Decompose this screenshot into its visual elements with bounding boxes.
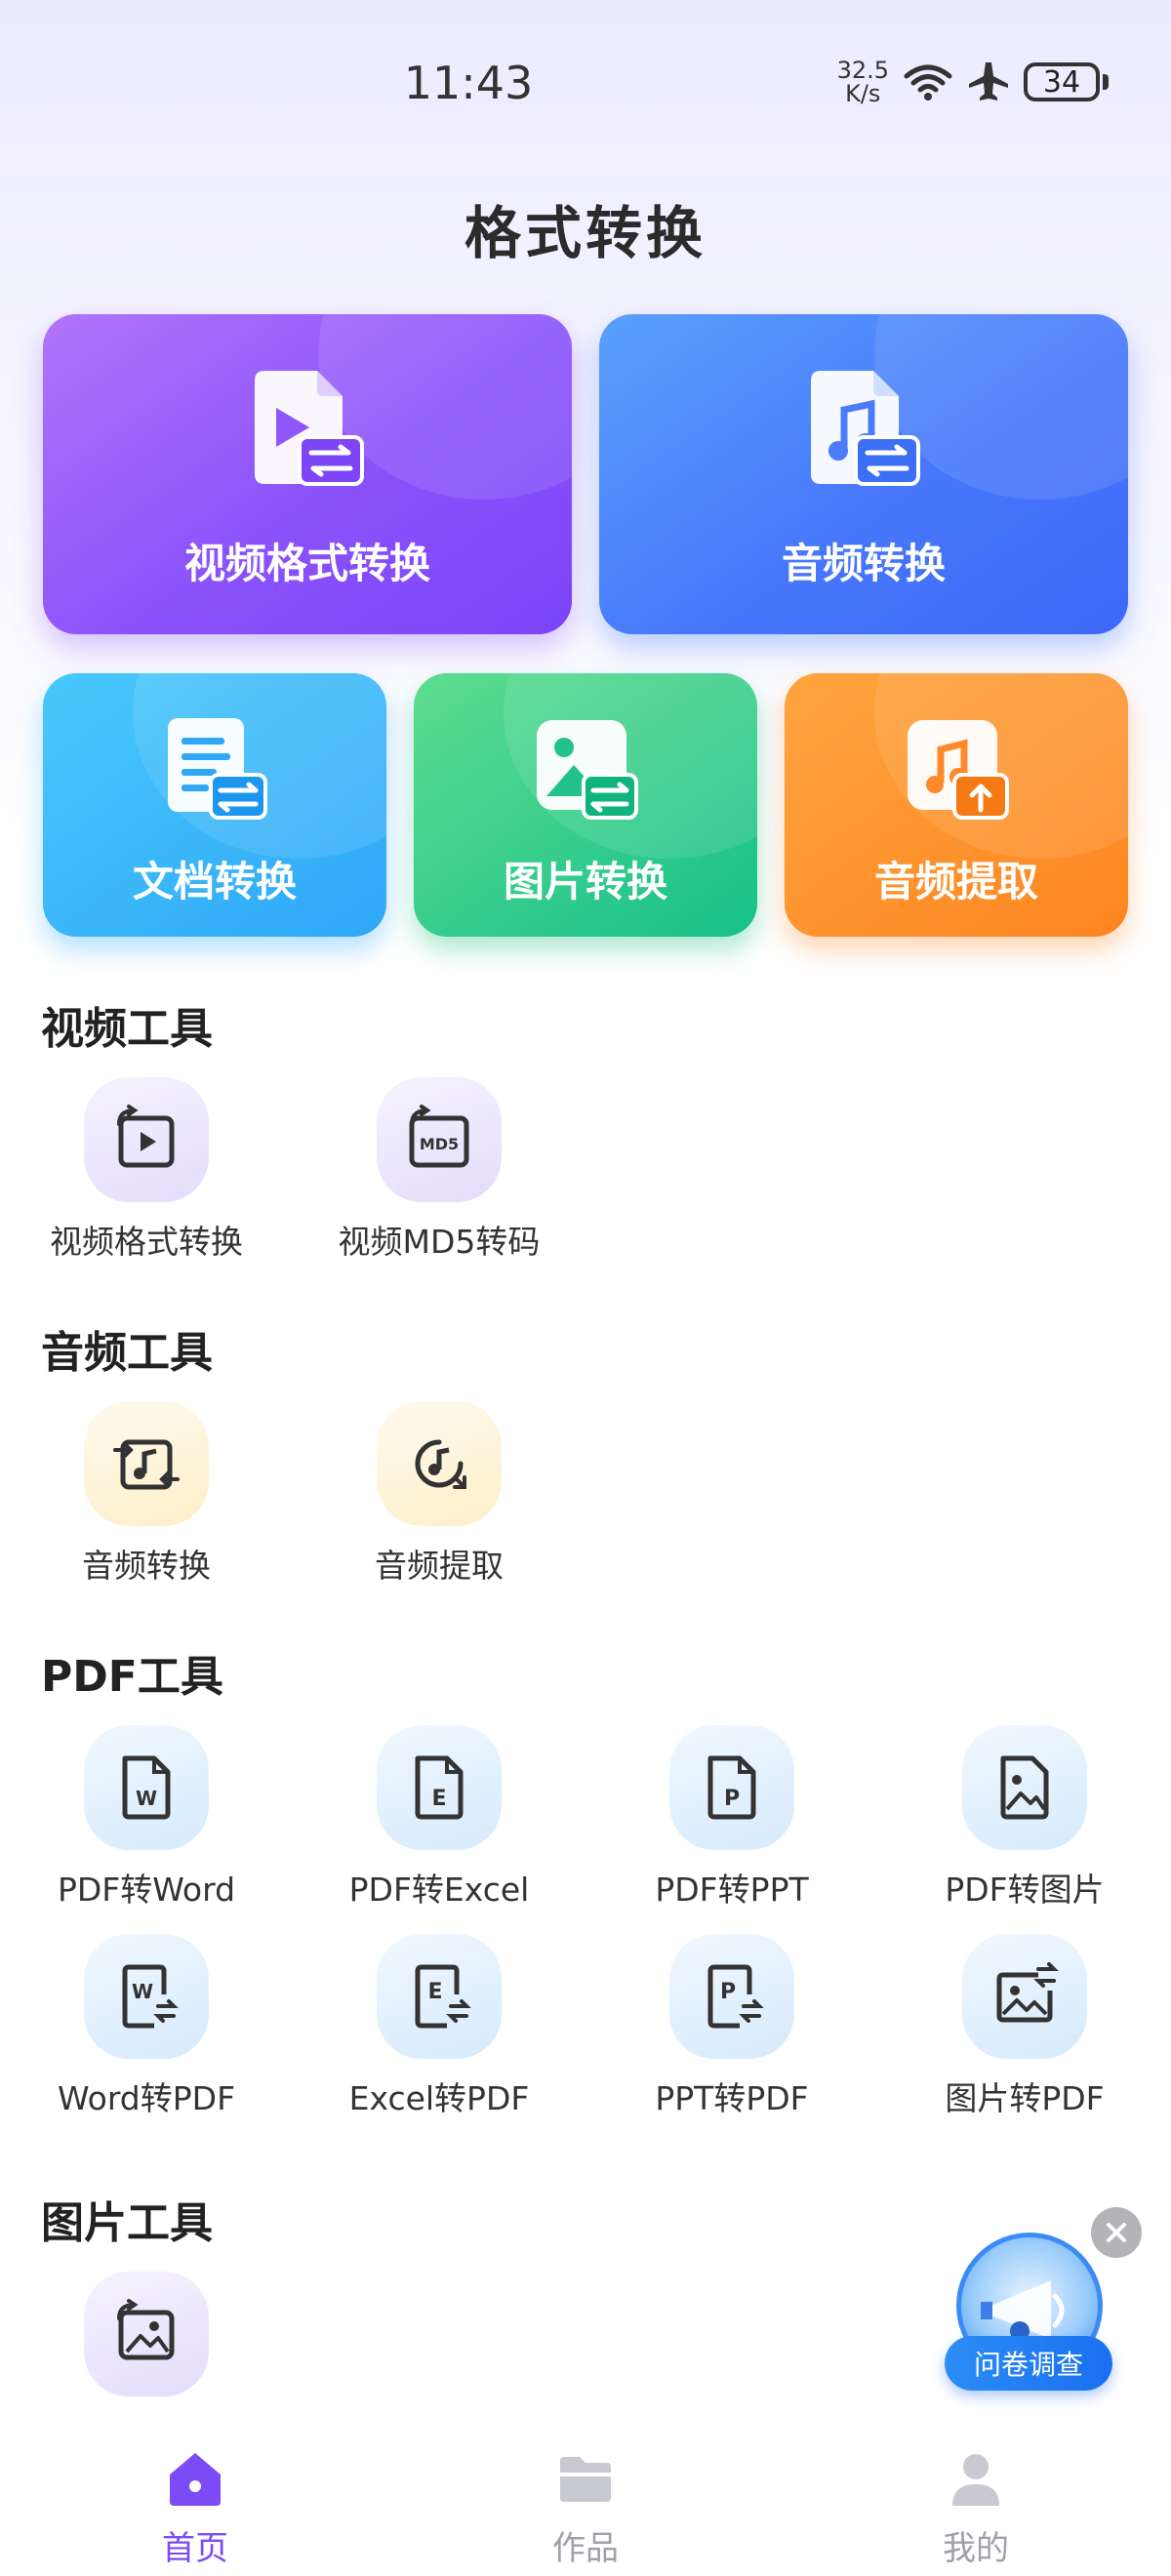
network-speed: 32.5 K/s [837,59,889,105]
word-convert-icon: W [84,1934,209,2059]
network-speed-unit: K/s [845,80,881,107]
video-tools-title: 视频工具 [41,1004,213,1054]
md5-icon: MD5 [377,1077,502,1202]
excel-file-icon: E [377,1725,502,1850]
status-icons: 32.5 K/s 34 [837,59,1109,105]
svg-text:P: P [724,1787,740,1811]
tool-label: PPT转PDF [655,2079,809,2117]
audio-convert-label: 音频转换 [781,540,946,587]
nav-home-label: 首页 [162,2529,228,2568]
nav-home[interactable]: 首页 [0,2420,390,2576]
image-convert-card[interactable]: 图片转换 [414,673,757,937]
image-convert-icon [962,1934,1087,2059]
tool-label: Word转PDF [57,2079,236,2117]
battery-icon: 34 [1024,62,1109,101]
tool-label: Excel转PDF [348,2079,530,2117]
document-icon [168,718,267,820]
status-time: 11:43 [403,57,534,109]
audio-tools-title: 音频工具 [41,1328,213,1378]
airplane-icon [969,62,1008,101]
nav-works[interactable]: 作品 [390,2420,781,2576]
image-tool-icon [84,2272,209,2396]
close-icon [1107,2223,1126,2242]
tool-label: PDF转PPT [655,1871,809,1909]
doc-convert-label: 文档转换 [132,858,297,906]
tool-video-format-convert[interactable]: 视频格式转换 [0,1077,293,1263]
tool-image-convert[interactable]: 图片转换 [0,2272,293,2418]
audio-extract-card[interactable]: 音频提取 [785,673,1128,937]
video-file-icon [255,371,364,486]
video-convert-icon [84,1077,209,1202]
tool-label: PDF转Excel [348,1871,530,1909]
image-convert-label: 图片转换 [503,858,667,906]
screen: 11:43 32.5 K/s 34 格式转换 视频格式转换 音频转换 文档转换 … [0,0,1171,2576]
folder-icon [560,2457,611,2502]
survey-button[interactable]: 问卷调查 [945,2336,1112,2391]
svg-text:W: W [132,1980,153,2003]
tool-label: 视频MD5转码 [338,1223,541,1261]
audio-extract-icon [908,720,1009,820]
tool-pdf-to-excel[interactable]: E PDF转Excel [293,1725,586,1911]
status-bar: 11:43 32.5 K/s 34 [0,0,1171,166]
page-title: 格式转换 [464,200,707,266]
image-tools-title: 图片工具 [41,2198,213,2248]
ppt-convert-icon: P [669,1934,794,2059]
tool-label: PDF转图片 [945,1871,1105,1909]
video-convert-card[interactable]: 视频格式转换 [43,314,572,634]
tool-label: 图片转换 [0,2410,293,2418]
audio-extract-icon [377,1401,502,1526]
wifi-icon [904,64,952,101]
survey-close-button[interactable] [1091,2207,1142,2258]
doc-convert-card[interactable]: 文档转换 [43,673,386,937]
image-icon [537,720,638,820]
tool-excel-to-pdf[interactable]: E Excel转PDF [293,1934,586,2119]
bottom-nav: 首页 作品 我的 [0,2420,1171,2576]
tool-pdf-to-word[interactable]: W PDF转Word [0,1725,293,1911]
tool-audio-convert[interactable]: 音频转换 [0,1401,293,1587]
tool-label: PDF转Word [57,1871,236,1909]
tool-label: 图片转PDF [945,2079,1105,2117]
tool-video-md5[interactable]: MD5 视频MD5转码 [293,1077,586,1263]
nav-mine[interactable]: 我的 [781,2420,1171,2576]
ppt-file-icon: P [669,1725,794,1850]
svg-text:E: E [431,1787,446,1811]
tool-label: 视频格式转换 [50,1223,243,1261]
audio-convert-card[interactable]: 音频转换 [599,314,1128,634]
tool-pdf-to-image[interactable]: PDF转图片 [878,1725,1171,1911]
video-convert-label: 视频格式转换 [183,540,430,587]
tool-word-to-pdf[interactable]: W Word转PDF [0,1934,293,2119]
user-icon [952,2454,999,2506]
word-file-icon: W [84,1725,209,1850]
audio-extract-label: 音频提取 [873,858,1038,906]
nav-mine-label: 我的 [943,2529,1009,2568]
svg-text:W: W [136,1787,157,1810]
image-file-icon [962,1725,1087,1850]
excel-convert-icon: E [377,1934,502,2059]
audio-file-icon [811,371,920,486]
tool-pdf-to-ppt[interactable]: P PDF转PPT [586,1725,878,1911]
tool-label: 音频转换 [82,1547,211,1585]
nav-works-label: 作品 [552,2529,619,2568]
battery-level: 34 [1024,62,1100,101]
pdf-tools-title: PDF工具 [41,1652,223,1702]
network-speed-value: 32.5 [836,57,889,84]
tool-audio-extract[interactable]: 音频提取 [293,1401,586,1587]
tool-image-to-pdf[interactable]: 图片转PDF [878,1934,1171,2119]
svg-text:P: P [720,1980,736,2004]
tool-ppt-to-pdf[interactable]: P PPT转PDF [586,1934,878,2119]
tool-label: 音频提取 [375,1547,504,1585]
svg-text:E: E [427,1980,442,2004]
audio-convert-icon [84,1401,209,1526]
svg-text:MD5: MD5 [420,1135,459,1153]
home-icon [170,2453,221,2506]
